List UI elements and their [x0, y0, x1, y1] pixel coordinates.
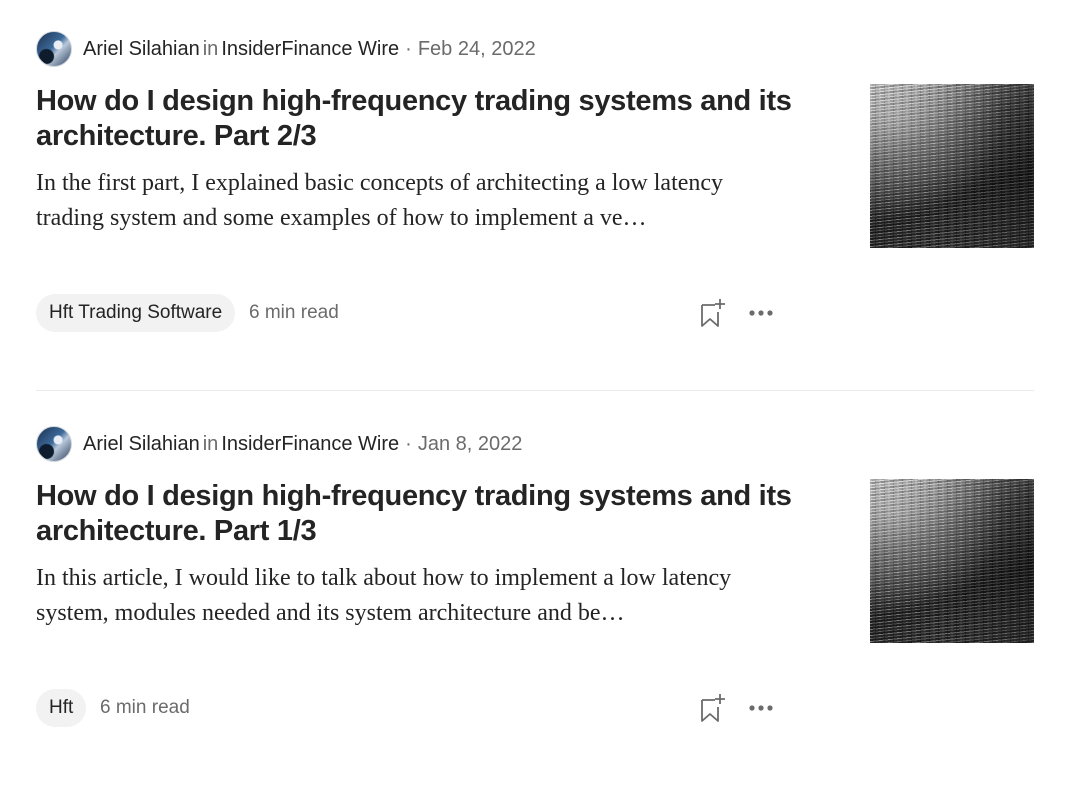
article-card[interactable]: Ariel Silahian in InsiderFinance Wire · …	[36, 425, 1034, 785]
article-title[interactable]: How do I design high-frequency trading s…	[36, 84, 796, 154]
in-label: in	[202, 37, 219, 60]
in-label: in	[202, 432, 219, 455]
author-name[interactable]: Ariel Silahian	[83, 38, 200, 61]
article-thumbnail[interactable]	[870, 84, 1034, 248]
bookmark-add-icon[interactable]	[699, 297, 727, 329]
topic-tag[interactable]: Hft	[36, 689, 87, 727]
publication-name[interactable]: InsiderFinance Wire	[221, 38, 399, 61]
publication-name[interactable]: InsiderFinance Wire	[221, 433, 399, 456]
read-time: 6 min read	[100, 697, 190, 718]
bookmark-add-icon[interactable]	[699, 692, 727, 724]
read-time: 6 min read	[249, 302, 339, 323]
author-avatar[interactable]	[36, 426, 72, 462]
article-meta: Ariel Silahian in InsiderFinance Wire · …	[36, 425, 522, 463]
article-title[interactable]: How do I design high-frequency trading s…	[36, 479, 796, 549]
more-options-icon[interactable]	[747, 697, 775, 719]
article-card[interactable]: Ariel Silahian in InsiderFinance Wire · …	[36, 30, 1034, 390]
publish-date: Feb 24, 2022	[417, 37, 536, 60]
article-footer: Hft Trading Software 6 min read	[36, 294, 778, 332]
author-name[interactable]: Ariel Silahian	[83, 433, 200, 456]
article-snippet[interactable]: In the first part, I explained basic con…	[36, 166, 796, 236]
more-options-icon[interactable]	[747, 302, 775, 324]
publish-date: Jan 8, 2022	[417, 432, 523, 455]
author-avatar[interactable]	[36, 31, 72, 67]
topic-tag[interactable]: Hft Trading Software	[36, 294, 236, 332]
meta-separator: ·	[405, 37, 412, 60]
meta-separator: ·	[405, 432, 412, 455]
article-thumbnail[interactable]	[870, 479, 1034, 643]
article-snippet[interactable]: In this article, I would like to talk ab…	[36, 561, 796, 631]
article-meta: Ariel Silahian in InsiderFinance Wire · …	[36, 30, 536, 68]
article-divider	[36, 390, 1034, 391]
article-footer: Hft 6 min read	[36, 689, 778, 727]
